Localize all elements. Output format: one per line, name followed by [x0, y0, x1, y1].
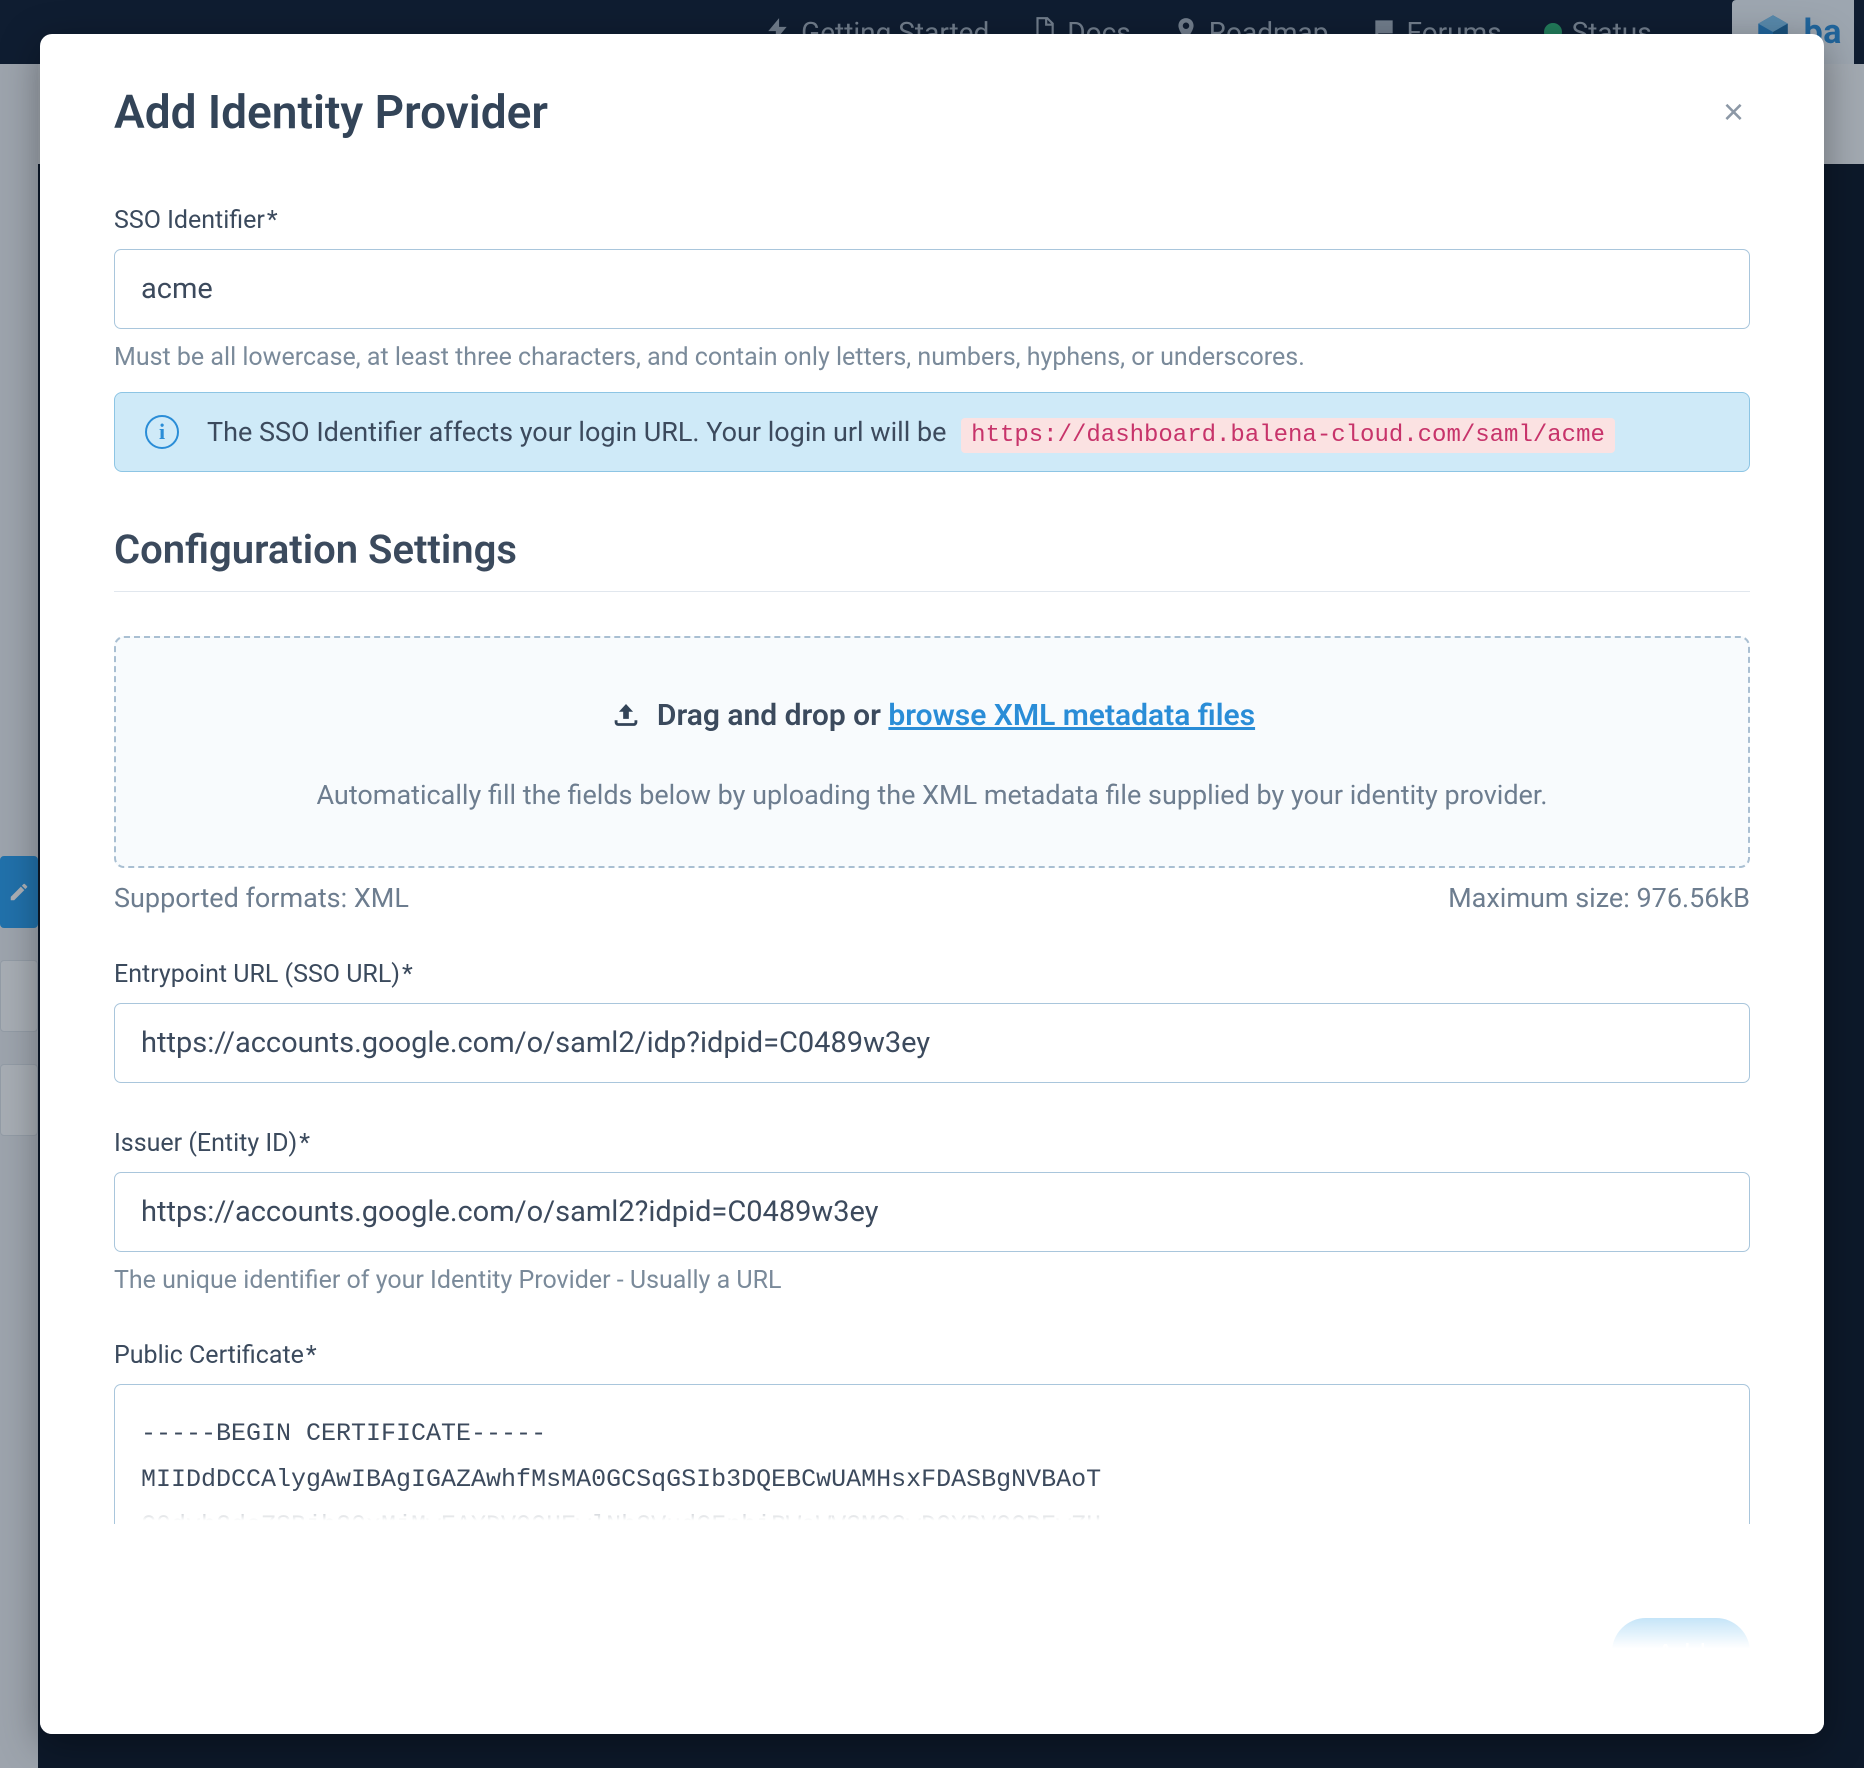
close-button[interactable]: × — [1717, 80, 1750, 144]
sso-identifier-input[interactable] — [114, 249, 1750, 329]
sso-info-banner: i The SSO Identifier affects your login … — [114, 392, 1750, 472]
info-text: The SSO Identifier affects your login UR… — [207, 416, 1615, 449]
dropzone-footer: Supported formats: XML Maximum size: 976… — [114, 882, 1750, 914]
login-url-code: https://dashboard.balena-cloud.com/saml/… — [961, 418, 1615, 453]
browse-files-link[interactable]: browse XML metadata files — [888, 698, 1255, 733]
sso-identifier-label: SSO Identifier* — [114, 206, 1750, 235]
info-icon: i — [145, 415, 179, 449]
upload-icon — [609, 699, 643, 733]
sso-identifier-helper: Must be all lowercase, at least three ch… — [114, 343, 1750, 372]
public-cert-textarea[interactable] — [114, 1384, 1750, 1524]
config-heading: Configuration Settings — [114, 526, 1750, 592]
modal-header: Add Identity Provider × — [40, 34, 1824, 144]
add-idp-modal: Add Identity Provider × SSO Identifier* … — [40, 34, 1824, 1734]
max-size: Maximum size: 976.56kB — [1448, 882, 1750, 914]
cert-label: Public Certificate* — [114, 1341, 1750, 1370]
issuer-input[interactable] — [114, 1172, 1750, 1252]
add-button[interactable]: Add — [1612, 1618, 1750, 1690]
close-icon: × — [1723, 91, 1744, 132]
modal-body: SSO Identifier* Must be all lowercase, a… — [40, 144, 1824, 1734]
issuer-label: Issuer (Entity ID)* — [114, 1129, 1750, 1158]
supported-formats: Supported formats: XML — [114, 882, 409, 914]
dropzone-main: Drag and drop or browse XML metadata fil… — [609, 698, 1255, 733]
entrypoint-url-input[interactable] — [114, 1003, 1750, 1083]
metadata-dropzone[interactable]: Drag and drop or browse XML metadata fil… — [114, 636, 1750, 868]
dropzone-subtext: Automatically fill the fields below by u… — [156, 779, 1708, 811]
modal-footer: Add — [1612, 1618, 1750, 1690]
modal-title: Add Identity Provider — [114, 86, 1717, 140]
entrypoint-label: Entrypoint URL (SSO URL)* — [114, 960, 1750, 989]
issuer-helper: The unique identifier of your Identity P… — [114, 1266, 1750, 1295]
